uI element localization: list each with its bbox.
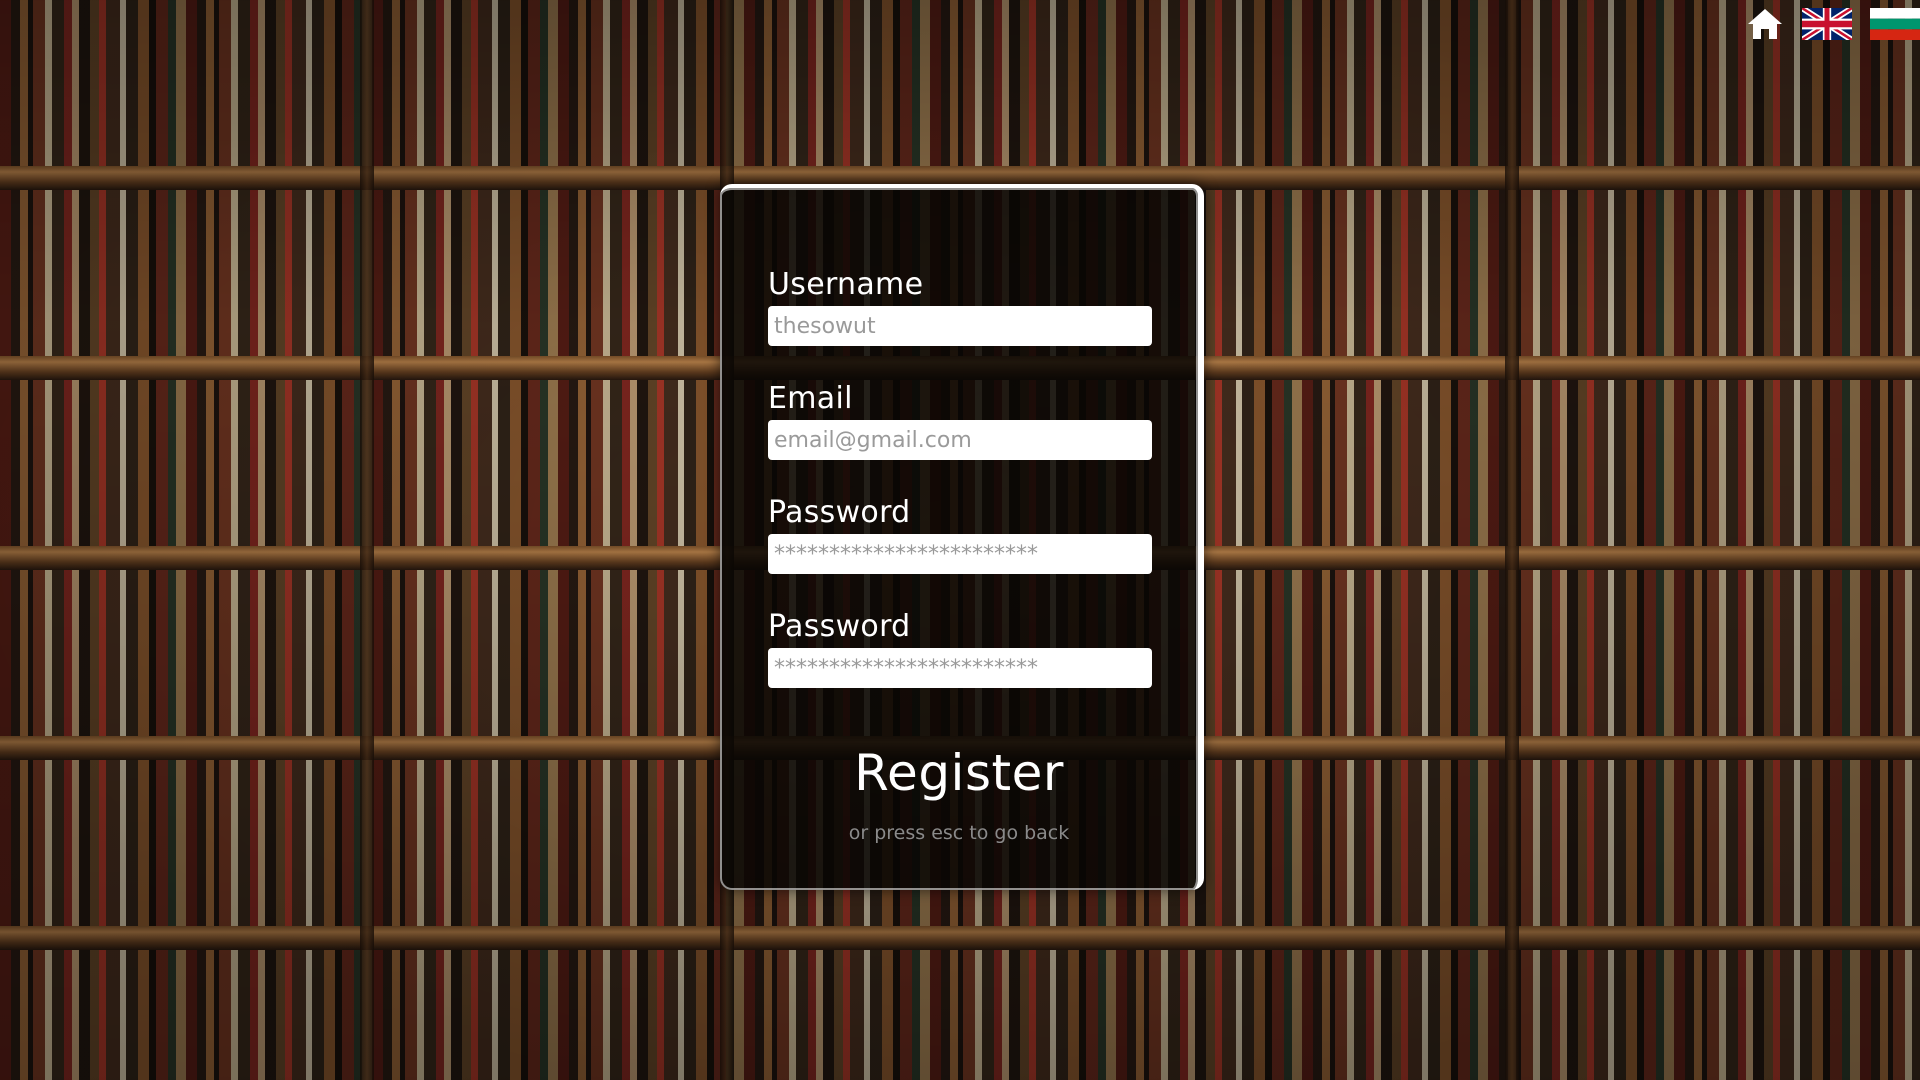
confirm-password-field: Password	[768, 610, 1152, 688]
username-field: Username	[768, 268, 1152, 346]
register-button[interactable]: Register	[720, 744, 1198, 802]
password-field: Password	[768, 496, 1152, 574]
uk-flag-icon[interactable]	[1802, 8, 1852, 40]
register-panel: Username Email Password Password Registe…	[720, 184, 1204, 890]
username-input[interactable]	[768, 306, 1152, 346]
bulgaria-flag-icon[interactable]	[1870, 8, 1920, 40]
confirm-password-label: Password	[768, 609, 911, 644]
password-label: Password	[768, 495, 911, 530]
top-toolbar	[1746, 4, 1920, 44]
home-icon[interactable]	[1746, 7, 1784, 41]
email-input[interactable]	[768, 420, 1152, 460]
email-field: Email	[768, 382, 1152, 460]
username-label: Username	[768, 267, 924, 302]
confirm-password-input[interactable]	[768, 648, 1152, 688]
password-input[interactable]	[768, 534, 1152, 574]
esc-hint: or press esc to go back	[848, 822, 1070, 844]
email-label: Email	[768, 381, 853, 416]
